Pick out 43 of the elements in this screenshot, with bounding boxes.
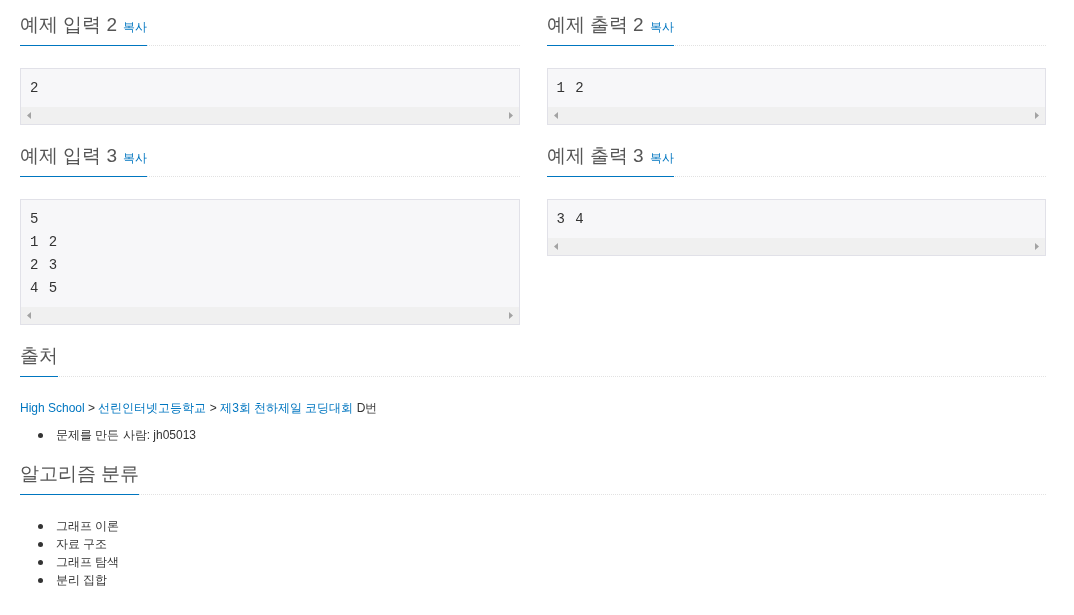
code-line: 4 5	[30, 279, 59, 298]
copy-button[interactable]: 복사	[649, 19, 674, 35]
source-link[interactable]: High School	[20, 401, 85, 415]
source-breadcrumb: High School > 선린인터넷고등학교 > 제3회 천하제일 코딩대회 D번	[20, 400, 378, 417]
code-line: 3 4	[556, 210, 585, 229]
credit-text: 문제를 만든 사람: jh05013	[56, 427, 197, 444]
section-title: 예제 출력 3	[546, 144, 644, 168]
section-title: 출처	[20, 344, 58, 368]
category-text: 자료 구조	[56, 536, 108, 553]
triangle-right-icon[interactable]	[508, 312, 513, 319]
horizontal-scrollbar[interactable]	[21, 107, 519, 124]
code-line: 2 3	[30, 256, 59, 275]
category-text: 그래프 탐색	[56, 554, 120, 571]
triangle-left-icon[interactable]	[553, 112, 558, 119]
triangle-right-icon[interactable]	[1035, 112, 1039, 119]
section-title: 예제 입력 2	[20, 13, 118, 37]
code-line: 1 2	[556, 79, 585, 98]
source-link[interactable]: 선린인터넷고등학교	[98, 401, 207, 415]
copy-button[interactable]: 복사	[649, 150, 674, 166]
horizontal-scrollbar[interactable]	[21, 307, 519, 324]
bullet-icon	[38, 577, 43, 583]
triangle-left-icon[interactable]	[27, 112, 31, 119]
triangle-right-icon[interactable]	[1035, 243, 1039, 250]
category-text: 그래프 이론	[56, 518, 120, 535]
copy-button[interactable]: 복사	[123, 19, 148, 35]
triangle-right-icon[interactable]	[508, 112, 513, 119]
category-text: 분리 집합	[56, 572, 108, 589]
code-line: 1 2	[30, 233, 59, 252]
section-title: 예제 출력 2	[546, 13, 644, 37]
triangle-left-icon[interactable]	[27, 312, 31, 319]
horizontal-scrollbar[interactable]	[547, 107, 1045, 124]
copy-button[interactable]: 복사	[123, 150, 148, 166]
section-title: 예제 입력 3	[20, 144, 118, 168]
code-line: 2	[30, 79, 40, 98]
section-title: 알고리즘 분류	[20, 462, 140, 486]
source-link[interactable]: 제3회 천하제일 코딩대회	[220, 401, 354, 415]
bullet-icon	[38, 432, 43, 438]
triangle-left-icon[interactable]	[553, 243, 558, 250]
bullet-icon	[38, 523, 43, 529]
code-line: 5	[30, 210, 40, 229]
bullet-icon	[38, 559, 43, 565]
bullet-icon	[38, 541, 43, 547]
horizontal-scrollbar[interactable]	[547, 238, 1045, 255]
